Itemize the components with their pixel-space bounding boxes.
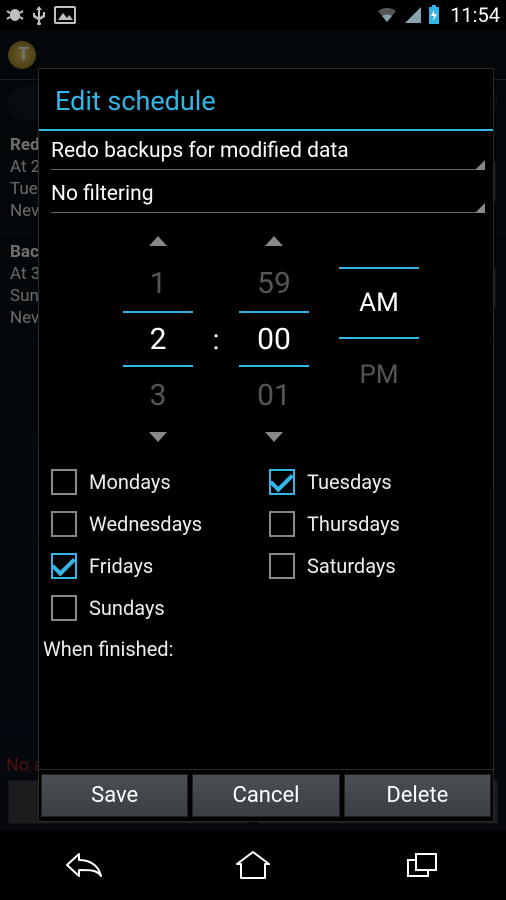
home-button[interactable] — [203, 840, 303, 890]
usb-icon — [32, 5, 46, 25]
filter-spinner[interactable]: No filtering — [39, 174, 493, 217]
day-sunday[interactable]: Sundays — [51, 595, 263, 621]
checkbox[interactable] — [51, 469, 77, 495]
navigation-bar — [0, 830, 506, 900]
hour-next: 3 — [123, 367, 193, 423]
debug-icon — [6, 5, 24, 25]
day-label: Mondays — [89, 470, 171, 494]
day-label: Saturdays — [307, 554, 396, 578]
minute-value[interactable]: 00 — [239, 311, 309, 367]
day-label: Tuesdays — [307, 470, 392, 494]
day-label: Fridays — [89, 554, 153, 578]
chevron-up-icon[interactable] — [263, 227, 285, 255]
time-picker: 1 2 3 : 59 00 01 AM PM — [39, 217, 493, 465]
status-bar: 11:54 — [0, 0, 506, 30]
edit-schedule-dialog: Edit schedule Redo backups for modified … — [38, 68, 494, 822]
day-thursday[interactable]: Thursdays — [269, 511, 481, 537]
dropdown-triangle-icon — [475, 203, 485, 213]
checkbox[interactable] — [269, 511, 295, 537]
day-wednesday[interactable]: Wednesdays — [51, 511, 263, 537]
backup-type-spinner[interactable]: Redo backups for modified data — [39, 131, 493, 174]
cancel-button[interactable]: Cancel — [192, 774, 339, 817]
day-label: Sundays — [89, 596, 165, 620]
signal-icon — [404, 6, 422, 24]
ampm-selected[interactable]: AM — [339, 267, 419, 339]
checkbox[interactable] — [269, 553, 295, 579]
checkbox[interactable] — [51, 553, 77, 579]
when-finished-label: When finished: — [39, 625, 493, 667]
dialog-button-bar: Save Cancel Delete — [39, 769, 493, 821]
checkbox[interactable] — [51, 511, 77, 537]
day-tuesday[interactable]: Tuesdays — [269, 469, 481, 495]
delete-button[interactable]: Delete — [344, 774, 491, 817]
wifi-icon — [376, 6, 398, 24]
hour-value[interactable]: 2 — [123, 311, 193, 367]
minute-next: 01 — [239, 367, 309, 423]
minute-picker[interactable]: 59 00 01 — [219, 227, 329, 451]
save-button[interactable]: Save — [41, 774, 188, 817]
dialog-title: Edit schedule — [39, 69, 493, 129]
picture-icon — [54, 6, 76, 24]
ampm-other[interactable]: PM — [339, 339, 419, 411]
checkbox[interactable] — [269, 469, 295, 495]
spinner-value: Redo backups for modified data — [51, 139, 481, 163]
spinner-value: No filtering — [51, 182, 481, 206]
day-label: Wednesdays — [89, 512, 202, 536]
dropdown-triangle-icon — [475, 160, 485, 170]
ampm-picker[interactable]: AM PM — [329, 239, 429, 439]
chevron-up-icon[interactable] — [147, 227, 169, 255]
day-saturday[interactable]: Saturdays — [269, 553, 481, 579]
recent-apps-button[interactable] — [372, 840, 472, 890]
chevron-down-icon[interactable] — [147, 423, 169, 451]
days-of-week: Mondays Tuesdays Wednesdays Thursdays Fr… — [39, 465, 493, 625]
day-label: Thursdays — [307, 512, 400, 536]
status-clock: 11:54 — [450, 3, 500, 27]
hour-prev: 1 — [123, 255, 193, 311]
chevron-down-icon[interactable] — [263, 423, 285, 451]
minute-prev: 59 — [239, 255, 309, 311]
checkbox[interactable] — [51, 595, 77, 621]
day-monday[interactable]: Mondays — [51, 469, 263, 495]
day-friday[interactable]: Fridays — [51, 553, 263, 579]
battery-charging-icon — [428, 5, 440, 25]
back-button[interactable] — [34, 840, 134, 890]
hour-picker[interactable]: 1 2 3 — [103, 227, 213, 451]
